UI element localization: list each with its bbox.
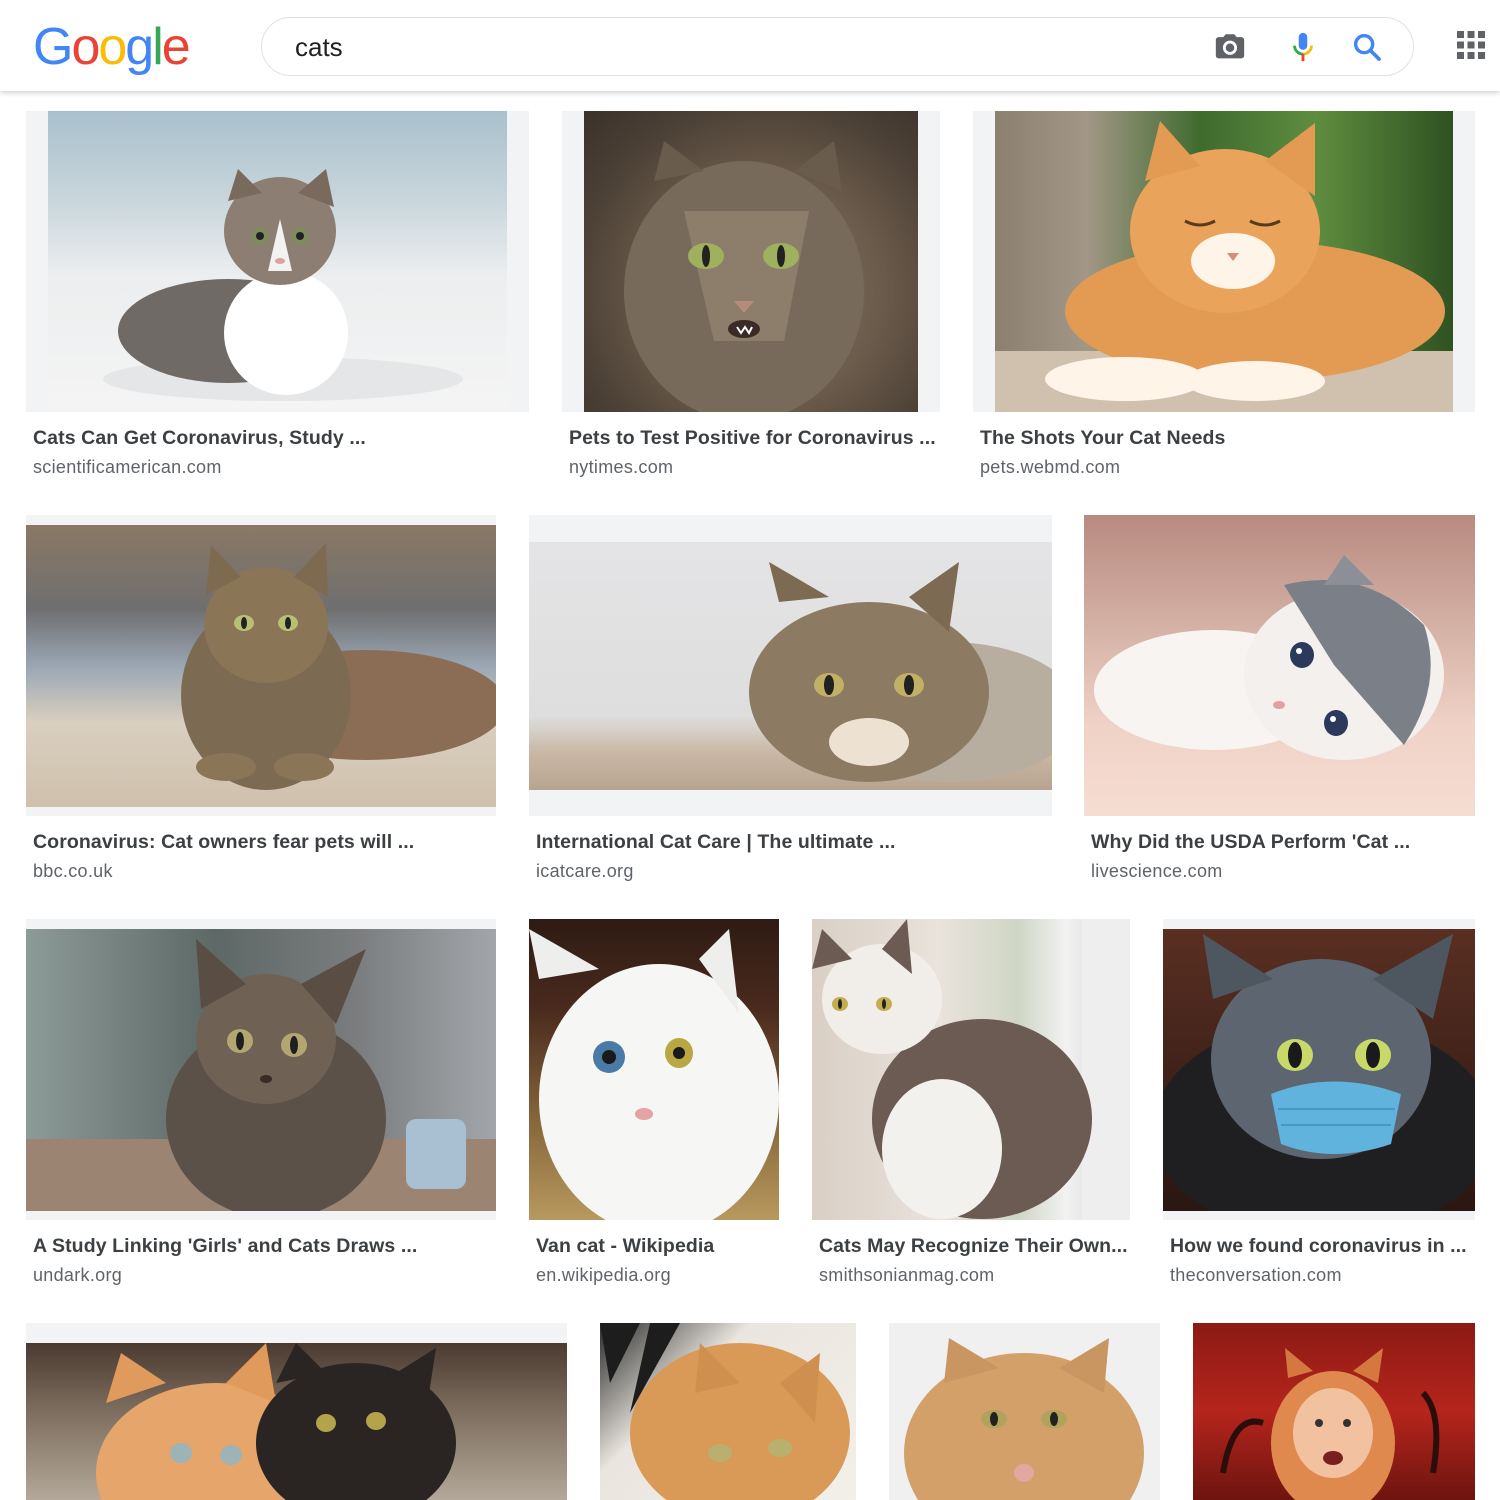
image-results-grid: Cats Can Get Coronavirus, Study ... scie… [0, 0, 1500, 1500]
thumbnail-frame [529, 515, 1052, 816]
camera-icon[interactable] [1213, 30, 1247, 64]
result-title[interactable]: A Study Linking 'Girls' and Cats Draws .… [33, 1235, 495, 1258]
cat-photo [600, 1323, 856, 1500]
thumbnail-frame [562, 111, 940, 412]
result-title[interactable]: International Cat Care | The ultimate ..… [536, 831, 1051, 854]
cat-photo [1163, 929, 1475, 1211]
result-source[interactable]: nytimes.com [569, 457, 673, 478]
google-logo[interactable]: Google [33, 17, 191, 77]
result-source[interactable]: theconversation.com [1170, 1265, 1342, 1286]
thumbnail-frame [812, 919, 1130, 1220]
cat-photo [48, 111, 507, 412]
cat-photo [1084, 515, 1475, 816]
result-source[interactable]: undark.org [33, 1265, 122, 1286]
image-result[interactable]: Pets to Test Positive for Coronavirus ..… [562, 111, 940, 486]
image-result[interactable] [1193, 1323, 1475, 1500]
microphone-icon[interactable] [1286, 30, 1320, 64]
result-title[interactable]: Coronavirus: Cat owners fear pets will .… [33, 831, 495, 854]
thumbnail-frame [529, 919, 779, 1220]
thumbnail-frame [1084, 515, 1475, 816]
result-title[interactable]: The Shots Your Cat Needs [980, 427, 1475, 450]
cat-photo [889, 1323, 1160, 1500]
search-box[interactable] [261, 17, 1414, 76]
result-source[interactable]: smithsonianmag.com [819, 1265, 994, 1286]
image-result[interactable]: The Shots Your Cat Needs pets.webmd.com [973, 111, 1475, 486]
cat-photo [26, 525, 496, 807]
image-result[interactable] [889, 1323, 1160, 1500]
cat-photo [26, 929, 496, 1211]
logo-letter: o [71, 18, 100, 76]
image-result[interactable] [26, 1323, 567, 1500]
apps-icon[interactable] [1455, 29, 1487, 61]
logo-letter: l [152, 18, 163, 76]
thumbnail-frame [600, 1323, 856, 1500]
cat-photo [812, 919, 1130, 1220]
result-source[interactable]: scientificamerican.com [33, 457, 222, 478]
result-source[interactable]: icatcare.org [536, 861, 634, 882]
image-result[interactable] [600, 1323, 856, 1500]
logo-letter: G [33, 18, 73, 76]
cat-photo [529, 542, 1052, 790]
result-source[interactable]: en.wikipedia.org [536, 1265, 671, 1286]
cat-photo [1193, 1323, 1475, 1500]
result-title[interactable]: How we found coronavirus in ... [1170, 1235, 1475, 1258]
result-title[interactable]: Pets to Test Positive for Coronavirus ..… [569, 427, 941, 450]
image-result[interactable]: Van cat - Wikipedia en.wikipedia.org [529, 919, 779, 1294]
image-result[interactable]: A Study Linking 'Girls' and Cats Draws .… [26, 919, 496, 1294]
result-title[interactable]: Cats May Recognize Their Own... [819, 1235, 1129, 1258]
search-icon[interactable] [1350, 30, 1384, 64]
thumbnail-frame [26, 515, 496, 816]
thumbnail-frame [26, 919, 496, 1220]
image-result[interactable]: Cats Can Get Coronavirus, Study ... scie… [26, 111, 529, 486]
image-result[interactable]: Coronavirus: Cat owners fear pets will .… [26, 515, 496, 890]
thumbnail-frame [26, 111, 529, 412]
thumbnail-frame [1193, 1323, 1475, 1500]
result-title[interactable]: Cats Can Get Coronavirus, Study ... [33, 427, 523, 450]
search-header: Google [0, 0, 1500, 91]
logo-letter: o [98, 18, 127, 76]
result-source[interactable]: bbc.co.uk [33, 861, 113, 882]
cat-photo [26, 1343, 567, 1500]
result-source[interactable]: pets.webmd.com [980, 457, 1120, 478]
thumbnail-frame [889, 1323, 1160, 1500]
image-result[interactable]: Why Did the USDA Perform 'Cat ... livesc… [1084, 515, 1475, 890]
cat-photo [529, 919, 779, 1220]
result-title[interactable]: Van cat - Wikipedia [536, 1235, 781, 1258]
logo-letter: g [125, 18, 154, 76]
image-result[interactable]: Cats May Recognize Their Own... smithson… [812, 919, 1130, 1294]
image-result[interactable]: International Cat Care | The ultimate ..… [529, 515, 1052, 890]
thumbnail-frame [26, 1323, 567, 1500]
cat-photo [584, 111, 918, 412]
logo-letter: e [161, 18, 191, 76]
result-title[interactable]: Why Did the USDA Perform 'Cat ... [1091, 831, 1475, 854]
thumbnail-frame [1163, 919, 1475, 1220]
search-input[interactable] [295, 28, 1175, 66]
cat-photo [995, 111, 1453, 412]
image-result[interactable]: How we found coronavirus in ... theconve… [1163, 919, 1475, 1294]
thumbnail-frame [973, 111, 1475, 412]
result-source[interactable]: livescience.com [1091, 861, 1223, 882]
